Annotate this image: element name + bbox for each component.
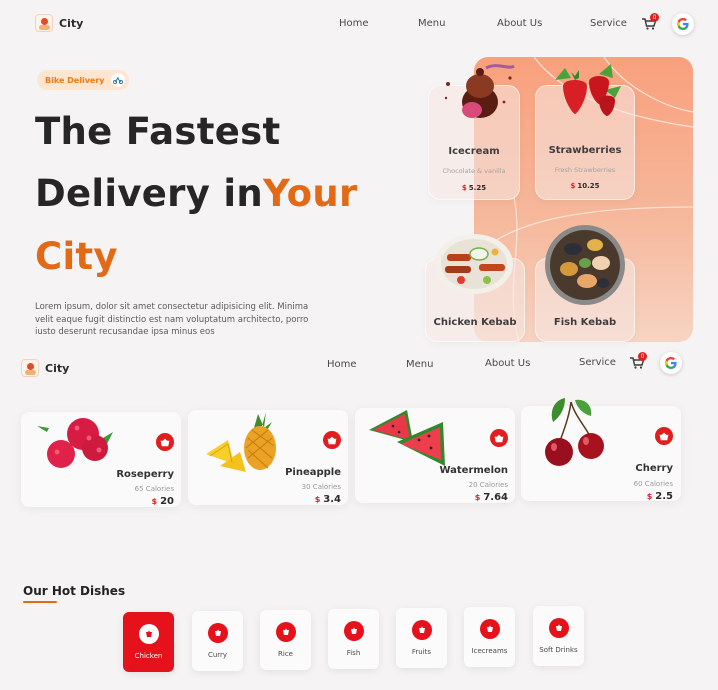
pill-label: Bike Delivery bbox=[45, 75, 105, 85]
fruit-price: $2.5 bbox=[646, 491, 673, 502]
bike-icon bbox=[110, 73, 125, 87]
cart-icon bbox=[327, 436, 337, 444]
hero-title-line2-a: Delivery in bbox=[35, 172, 263, 215]
fruit-calories: 30 Calories bbox=[301, 483, 341, 491]
fruit-name: Watermelon bbox=[439, 465, 508, 476]
hero-card-name: Chicken Kebab bbox=[433, 317, 517, 328]
nav-service[interactable]: Service bbox=[590, 18, 627, 29]
category-label: Curry bbox=[207, 651, 228, 659]
add-to-cart-button[interactable] bbox=[323, 431, 341, 449]
category-rice[interactable]: Rice bbox=[260, 610, 311, 670]
food-category-icon bbox=[548, 618, 569, 638]
category-label: Icecreams bbox=[471, 647, 508, 655]
cherry-image bbox=[545, 398, 604, 466]
hero-card-subtitle: Chocolate & vanilla bbox=[442, 167, 506, 175]
add-to-cart-button[interactable] bbox=[655, 427, 673, 445]
hero-card-price: $5.25 bbox=[461, 184, 487, 192]
hero-title-accent: Your bbox=[262, 172, 358, 215]
section-title-underline bbox=[23, 601, 57, 603]
category-label: Rice bbox=[278, 650, 293, 658]
brand-logo-top[interactable]: City bbox=[35, 14, 83, 32]
bike-delivery-pill: Bike Delivery bbox=[37, 70, 129, 90]
brand-name: City bbox=[59, 16, 84, 30]
raspberry-image bbox=[37, 418, 113, 468]
chef-logo-icon bbox=[35, 14, 53, 32]
food-category-icon bbox=[207, 623, 228, 643]
fruit-calories: 20 Calories bbox=[468, 481, 508, 489]
add-to-cart-button[interactable] bbox=[156, 433, 174, 451]
cart-icon bbox=[494, 434, 504, 442]
category-label: Fruits bbox=[411, 648, 432, 656]
hero-description: Lorem ipsum, dolor sit amet consectetur … bbox=[35, 302, 309, 337]
category-icecreams[interactable]: Icecreams bbox=[464, 607, 515, 667]
nav-home[interactable]: Home bbox=[327, 359, 357, 370]
fish-kebab-image bbox=[543, 223, 627, 307]
food-category-icon bbox=[479, 619, 500, 639]
fruit-calories: 60 Calories bbox=[633, 480, 673, 488]
fruit-price: $7.64 bbox=[474, 492, 508, 503]
category-label: Soft Drinks bbox=[539, 646, 578, 654]
fruit-price: $20 bbox=[151, 496, 175, 507]
google-signin-button[interactable] bbox=[672, 13, 694, 35]
category-chicken[interactable]: Chicken bbox=[123, 612, 174, 672]
fruit-card-cherry[interactable]: Cherry 60 Calories $2.5 bbox=[521, 398, 681, 502]
icecream-image bbox=[438, 58, 518, 128]
nav-service[interactable]: Service bbox=[579, 357, 616, 368]
hero-card-subtitle: Fresh Strawberries bbox=[554, 166, 616, 174]
brand-name: City bbox=[45, 361, 70, 375]
nav-about-us[interactable]: About Us bbox=[497, 18, 542, 29]
category-soft-drinks[interactable]: Soft Drinks bbox=[533, 606, 584, 666]
fruit-card-watermelon[interactable]: Watermelon 20 Calories $7.64 bbox=[355, 408, 515, 503]
add-to-cart-button[interactable] bbox=[490, 429, 508, 447]
chicken-kebab-image bbox=[433, 230, 515, 296]
brand-logo-second[interactable]: City bbox=[21, 359, 69, 377]
google-icon bbox=[665, 357, 677, 369]
hero-card-name: Icecream bbox=[448, 146, 500, 157]
category-fruits[interactable]: Fruits bbox=[396, 608, 447, 668]
food-category-icon bbox=[275, 622, 296, 642]
fruit-name: Pineapple bbox=[285, 467, 341, 478]
hero-title-line1: The Fastest bbox=[35, 110, 281, 153]
fruit-card-pineapple[interactable]: Pineapple 30 Calories $3.4 bbox=[188, 410, 348, 505]
watermelon-image bbox=[369, 410, 445, 466]
hero-title-line2: Delivery inYour bbox=[35, 172, 358, 215]
google-signin-button[interactable] bbox=[660, 352, 682, 374]
cart-count-badge: 0 bbox=[650, 13, 659, 22]
nav-about-us[interactable]: About Us bbox=[485, 358, 530, 369]
section-title-hot-dishes: Our Hot Dishes bbox=[23, 584, 126, 598]
fruit-card-roseperry[interactable]: Roseperry 65 Calories $20 bbox=[21, 412, 181, 507]
cart-count-badge: 0 bbox=[638, 352, 647, 361]
strawberries-image bbox=[545, 60, 625, 120]
category-label: Chicken bbox=[134, 652, 163, 660]
hero-card-name: Fish Kebab bbox=[553, 317, 617, 328]
fruit-calories: 65 Calories bbox=[134, 485, 174, 493]
hero-card-name: Strawberries bbox=[548, 145, 622, 156]
cart-icon bbox=[160, 438, 170, 446]
category-label: Fish bbox=[346, 649, 361, 657]
cart-icon bbox=[659, 432, 669, 440]
chef-logo-icon bbox=[21, 359, 39, 377]
fruit-price: $3.4 bbox=[314, 494, 341, 505]
food-category-icon bbox=[411, 620, 432, 640]
fruit-name: Roseperry bbox=[116, 469, 174, 480]
food-category-icon bbox=[343, 621, 364, 641]
category-curry[interactable]: Curry bbox=[192, 611, 243, 671]
nav-menu[interactable]: Menu bbox=[418, 18, 445, 29]
hero-title-line3: City bbox=[35, 235, 118, 278]
category-fish[interactable]: Fish bbox=[328, 609, 379, 669]
nav-menu[interactable]: Menu bbox=[406, 359, 433, 370]
food-category-icon bbox=[138, 624, 159, 644]
google-icon bbox=[677, 18, 689, 30]
nav-home[interactable]: Home bbox=[339, 18, 369, 29]
hero-card-price: $10.25 bbox=[570, 182, 600, 190]
fruit-name: Cherry bbox=[635, 463, 673, 474]
